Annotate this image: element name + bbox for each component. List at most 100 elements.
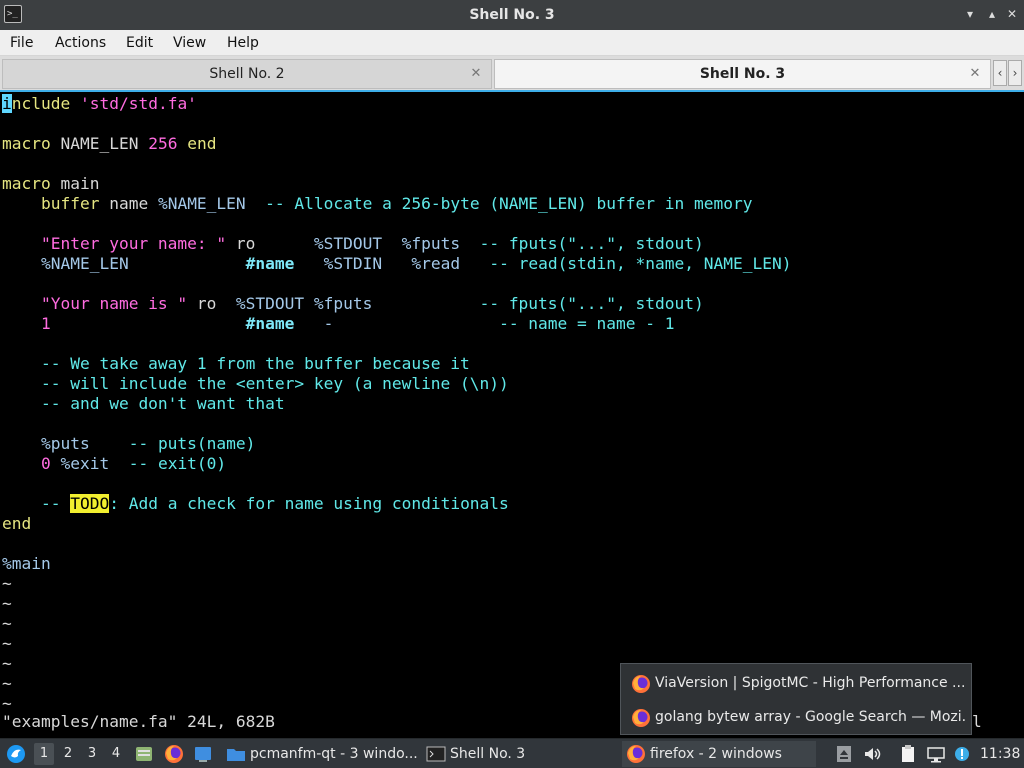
code-token: ro (226, 234, 314, 253)
code-line: %NAME_LEN #name %STDIN %read -- read(std… (2, 254, 791, 274)
firefox-icon (632, 675, 650, 693)
folder-icon (227, 749, 245, 761)
code-token: %fputs (401, 234, 461, 253)
code-token: 1 (40, 314, 51, 333)
code-line: macro main (2, 174, 791, 194)
code-token: 0 (40, 454, 51, 473)
maximize-icon[interactable]: ▴ (984, 6, 1000, 22)
task-firefox[interactable]: firefox - 2 windows (622, 741, 816, 767)
menu-view[interactable]: View (173, 30, 206, 56)
code-line: -- and we don't want that (2, 394, 791, 414)
terminal-app-icon[interactable]: >_ (4, 5, 22, 23)
code-token: ro (187, 294, 236, 313)
menu-bar: File Actions Edit View Help (0, 30, 1024, 56)
code-token: -- fputs("...", stdout) (372, 294, 704, 313)
code-token: %exit (60, 454, 110, 473)
popup-item-golang[interactable]: golang bytew array - Google Search — Moz… (621, 700, 971, 734)
code-token: %NAME_LEN (40, 254, 129, 273)
firefox-icon (632, 709, 650, 727)
code-line: end (2, 514, 791, 534)
menu-file[interactable]: File (10, 30, 33, 56)
code-token: -- puts(name) (89, 434, 256, 453)
desktop-3[interactable]: 3 (82, 743, 102, 765)
code-token: nclude (11, 94, 71, 113)
tab-shell-2[interactable]: Shell No. 2 ✕ (2, 59, 492, 89)
code-token: NAME_LEN (50, 134, 149, 153)
menu-actions[interactable]: Actions (55, 30, 106, 56)
code-line: "Enter your name: " ro %STDOUT %fputs --… (2, 234, 791, 254)
code-line: macro NAME_LEN 256 end (2, 134, 791, 154)
code-line: "Your name is " ro %STDOUT %fputs -- fpu… (2, 294, 791, 314)
desktop-2[interactable]: 2 (58, 743, 78, 765)
firefox-launcher-icon[interactable] (164, 744, 184, 764)
menu-help[interactable]: Help (227, 30, 259, 56)
code-token: -- exit(0) (109, 454, 227, 473)
firefox-icon (627, 745, 645, 763)
code-token: 256 (148, 134, 178, 153)
empty-line-marker: ~ (2, 634, 12, 653)
code-buffer: include 'std/std.fa' macro NAME_LEN 256 e… (2, 94, 791, 714)
code-token: name (99, 194, 158, 213)
terminal-icon (426, 746, 446, 762)
code-line: -- TODO: Add a check for name using cond… (2, 494, 791, 514)
app-menu-icon[interactable] (6, 744, 26, 764)
tab-bar: Shell No. 2 ✕ Shell No. 3 ✕ ‹ › (0, 56, 1024, 90)
close-tab-icon[interactable]: ✕ (469, 66, 483, 82)
file-manager-launcher-icon[interactable] (134, 744, 154, 764)
volume-icon[interactable] (862, 744, 882, 764)
show-desktop-icon[interactable] (193, 744, 213, 764)
code-line: include 'std/std.fa' (2, 94, 791, 114)
close-tab-icon[interactable]: ✕ (968, 66, 982, 82)
code-token: %puts (40, 434, 90, 453)
clipboard-icon[interactable] (898, 744, 918, 764)
code-token: - (323, 314, 334, 333)
close-icon[interactable]: ✕ (1004, 6, 1020, 22)
code-token: main (50, 174, 100, 193)
menu-edit[interactable]: Edit (126, 30, 153, 56)
desktop-1[interactable]: 1 (34, 743, 54, 765)
code-token: "Enter your name: " (40, 234, 227, 253)
empty-line-marker: ~ (2, 654, 12, 673)
minimize-icon[interactable]: ▾ (962, 6, 978, 22)
code-token: %STDOUT (235, 294, 305, 313)
code-token: -- name = name - 1 (333, 314, 675, 333)
code-token: #name (245, 314, 295, 333)
desktop-4[interactable]: 4 (106, 743, 126, 765)
tab-scroll-left-icon[interactable]: ‹ (993, 60, 1007, 86)
code-line: ~ (2, 614, 791, 634)
task-shell[interactable]: Shell No. 3 (422, 741, 618, 767)
notification-icon[interactable] (952, 744, 972, 764)
task-pcmanfm[interactable]: pcmanfm-qt - 3 windo... (222, 741, 418, 767)
code-token: -- and we don't want that (2, 394, 285, 413)
tab-shell-3[interactable]: Shell No. 3 ✕ (494, 59, 991, 89)
code-token: "Your name is " (40, 294, 188, 313)
code-line: -- will include the <enter> key (a newli… (2, 374, 791, 394)
clock[interactable]: 11:38 (980, 739, 1020, 768)
tab-scroll-right-icon[interactable]: › (1008, 60, 1022, 86)
empty-line-marker: ~ (2, 574, 12, 593)
code-token: macro (2, 134, 51, 153)
title-bar[interactable]: >_ Shell No. 3 ▾ ▴ ✕ (0, 0, 1024, 30)
window-list-popup: ViaVersion | SpigotMC - High Performance… (620, 663, 972, 735)
popup-item-label: ViaVersion | SpigotMC - High Performance… (655, 675, 965, 691)
eject-icon[interactable] (834, 744, 854, 764)
task-label: Shell No. 3 (450, 746, 526, 762)
popup-item-viaversion[interactable]: ViaVersion | SpigotMC - High Performance… (621, 666, 971, 700)
terminal-view[interactable]: include 'std/std.fa' macro NAME_LEN 256 e… (0, 90, 1024, 738)
network-icon[interactable] (926, 744, 946, 764)
code-token: %NAME_LEN (157, 194, 246, 213)
code-token: : Add a check for name using conditional… (109, 494, 509, 513)
